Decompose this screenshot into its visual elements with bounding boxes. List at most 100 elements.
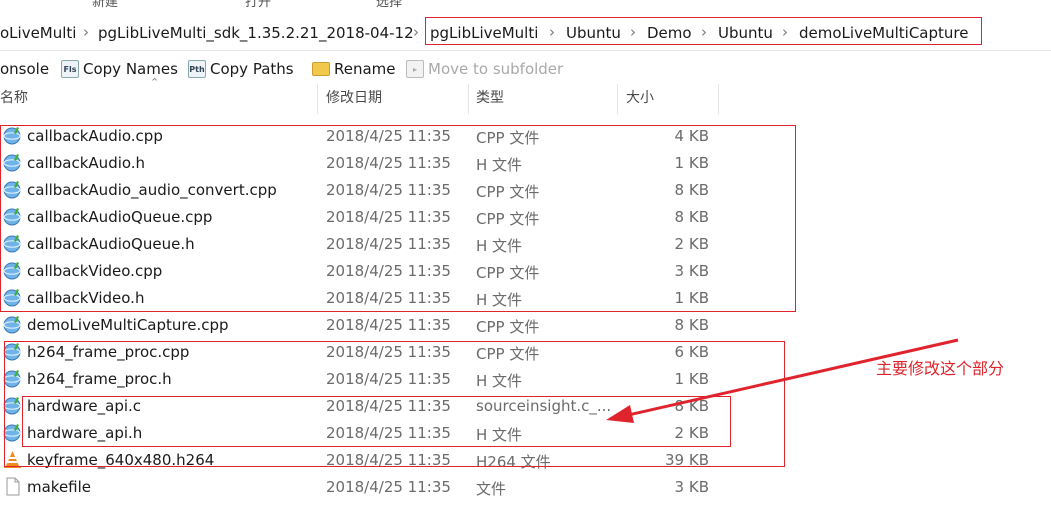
sourceinsight-file-icon bbox=[3, 288, 22, 307]
file-size: 1 KB bbox=[674, 370, 709, 388]
file-name: callbackAudio.cpp bbox=[27, 127, 163, 145]
file-size: 39 KB bbox=[665, 451, 709, 469]
breadcrumb-separator-icon[interactable]: › bbox=[630, 23, 636, 41]
column-header-row: ⌃ 名称 修改日期 类型 大小 bbox=[0, 76, 1051, 114]
breadcrumb-separator-icon[interactable]: › bbox=[782, 23, 788, 41]
breadcrumb-separator-icon[interactable]: › bbox=[413, 23, 419, 41]
file-name: callbackAudioQueue.cpp bbox=[27, 208, 213, 226]
sourceinsight-file-icon bbox=[3, 153, 22, 172]
rename-button[interactable]: Rename bbox=[312, 60, 396, 78]
sourceinsight-file-icon bbox=[3, 396, 22, 415]
file-type: CPP 文件 bbox=[476, 345, 540, 363]
file-size: 3 KB bbox=[674, 262, 709, 280]
file-date: 2018/4/25 11:35 bbox=[326, 289, 451, 307]
file-row[interactable]: callbackAudio_audio_convert.cpp 2018/4/25… bbox=[0, 177, 800, 204]
file-date: 2018/4/25 11:35 bbox=[326, 154, 451, 172]
breadcrumb-item[interactable]: Ubuntu bbox=[566, 24, 621, 42]
file-date: 2018/4/25 11:35 bbox=[326, 397, 451, 415]
file-name: hardware_api.c bbox=[27, 397, 142, 415]
ribbon-group-open: 打开 bbox=[245, 0, 272, 8]
file-size: 8 KB bbox=[674, 316, 709, 334]
breadcrumb-separator-icon[interactable]: › bbox=[83, 23, 89, 41]
file-row[interactable]: h264_frame_proc.h 2018/4/25 11:35 H 文件 1 KB bbox=[0, 366, 800, 393]
breadcrumb-separator-icon[interactable]: › bbox=[701, 23, 707, 41]
copy-names-label: Copy Names bbox=[83, 60, 178, 78]
file-name: hardware_api.h bbox=[27, 424, 143, 442]
file-name: keyframe_640x480.h264 bbox=[27, 451, 215, 469]
file-date: 2018/4/25 11:35 bbox=[326, 181, 451, 199]
move-to-subfolder-button[interactable]: ▸ Move to subfolder bbox=[406, 60, 563, 78]
column-header-date-label: 修改日期 bbox=[326, 90, 382, 106]
breadcrumb-item[interactable]: Demo bbox=[647, 24, 692, 42]
file-type: H 文件 bbox=[476, 237, 523, 255]
file-date: 2018/4/25 11:35 bbox=[326, 262, 451, 280]
file-row[interactable]: h264_frame_proc.cpp 2018/4/25 11:35 CPP 文件… bbox=[0, 339, 800, 366]
file-row[interactable]: hardware_api.c 2018/4/25 11:35 sourceinsig… bbox=[0, 393, 800, 420]
file-name: callbackVideo.cpp bbox=[27, 262, 163, 280]
sourceinsight-file-icon bbox=[3, 342, 22, 361]
file-type: sourceinsight.c_... bbox=[476, 397, 612, 415]
ribbon-group-new: 新建 bbox=[92, 0, 119, 8]
file-row[interactable]: hardware_api.h 2018/4/25 11:35 H 文件 2 KB bbox=[0, 420, 800, 447]
file-type: CPP 文件 bbox=[476, 129, 540, 147]
file-row[interactable]: callbackAudio.h 2018/4/25 11:35 H 文件 1 KB bbox=[0, 150, 800, 177]
breadcrumb-item-current[interactable]: demoLiveMultiCapture bbox=[799, 24, 968, 42]
copy-names-button[interactable]: Fls Copy Names bbox=[61, 60, 178, 78]
blank-file-icon bbox=[3, 477, 22, 496]
breadcrumb-separator-icon[interactable]: › bbox=[549, 23, 555, 41]
address-bar[interactable]: oLiveMulti › pgLibLiveMulti_sdk_1.35.2.2… bbox=[0, 16, 1051, 51]
breadcrumb-item[interactable]: Ubuntu bbox=[718, 24, 773, 42]
copy-paths-icon: Pth bbox=[188, 60, 206, 78]
file-row[interactable]: callbackAudioQueue.cpp 2018/4/25 11:35 CPP… bbox=[0, 204, 800, 231]
file-name: demoLiveMultiCapture.cpp bbox=[27, 316, 229, 334]
move-to-subfolder-icon: ▸ bbox=[406, 60, 424, 78]
file-size: 1 KB bbox=[674, 289, 709, 307]
file-size: 1 KB bbox=[674, 154, 709, 172]
column-header-name-label: 名称 bbox=[0, 90, 28, 106]
vlc-cone-icon bbox=[3, 450, 22, 469]
column-header-type-label: 类型 bbox=[476, 90, 504, 106]
rename-folder-icon bbox=[312, 62, 330, 76]
ribbon-group-labels: 新建 打开 选择 bbox=[0, 0, 1051, 8]
breadcrumb-item[interactable]: pgLibLiveMulti_sdk_1.35.2.21_2018-04-12 bbox=[98, 24, 414, 42]
column-header-name[interactable]: 名称 bbox=[0, 84, 318, 114]
file-name: callbackAudio.h bbox=[27, 154, 146, 172]
file-row[interactable]: callbackAudio.cpp 2018/4/25 11:35 CPP 文件 4 … bbox=[0, 123, 800, 150]
file-row[interactable]: callbackVideo.h 2018/4/25 11:35 H 文件 1 KB bbox=[0, 285, 800, 312]
sourceinsight-file-icon bbox=[3, 126, 22, 145]
file-name: h264_frame_proc.cpp bbox=[27, 343, 190, 361]
file-name: callbackAudioQueue.h bbox=[27, 235, 195, 253]
file-row[interactable]: makefile 2018/4/25 11:35 文件 3 KB bbox=[0, 474, 800, 501]
file-row[interactable]: callbackVideo.cpp 2018/4/25 11:35 CPP 文件 3 … bbox=[0, 258, 800, 285]
file-row[interactable]: demoLiveMultiCapture.cpp 2018/4/25 11:35 C… bbox=[0, 312, 800, 339]
file-size: 2 KB bbox=[674, 235, 709, 253]
file-type: CPP 文件 bbox=[476, 183, 540, 201]
file-date: 2018/4/25 11:35 bbox=[326, 478, 451, 496]
copy-paths-label: Copy Paths bbox=[210, 60, 294, 78]
file-row[interactable]: callbackAudioQueue.h 2018/4/25 11:35 H 文件 2… bbox=[0, 231, 800, 258]
sourceinsight-file-icon bbox=[3, 315, 22, 334]
console-button[interactable]: onsole bbox=[0, 60, 49, 78]
breadcrumb-item[interactable]: pgLibLiveMulti bbox=[430, 24, 538, 42]
column-header-date[interactable]: 修改日期 bbox=[318, 84, 469, 114]
file-size: 8 KB bbox=[674, 181, 709, 199]
annotation-text: 主要修改这个部分 bbox=[876, 359, 1005, 378]
sourceinsight-file-icon bbox=[3, 180, 22, 199]
file-type: H 文件 bbox=[476, 426, 523, 444]
move-to-subfolder-label: Move to subfolder bbox=[428, 60, 564, 78]
file-date: 2018/4/25 11:35 bbox=[326, 343, 451, 361]
column-header-size[interactable]: 大小 bbox=[618, 84, 719, 114]
file-type: CPP 文件 bbox=[476, 318, 540, 336]
sourceinsight-file-icon bbox=[3, 261, 22, 280]
copy-paths-button[interactable]: Pth Copy Paths bbox=[188, 60, 294, 78]
column-header-type[interactable]: 类型 bbox=[469, 84, 618, 114]
file-size: 4 KB bbox=[674, 127, 709, 145]
file-type: CPP 文件 bbox=[476, 210, 540, 228]
file-size: 8 KB bbox=[674, 397, 709, 415]
sourceinsight-file-icon bbox=[3, 207, 22, 226]
file-type: H 文件 bbox=[476, 156, 523, 174]
file-row[interactable]: keyframe_640x480.h264 2018/4/25 11:35 H264… bbox=[0, 447, 800, 474]
sourceinsight-file-icon bbox=[3, 234, 22, 253]
file-date: 2018/4/25 11:35 bbox=[326, 127, 451, 145]
breadcrumb-item[interactable]: oLiveMulti bbox=[0, 24, 76, 42]
